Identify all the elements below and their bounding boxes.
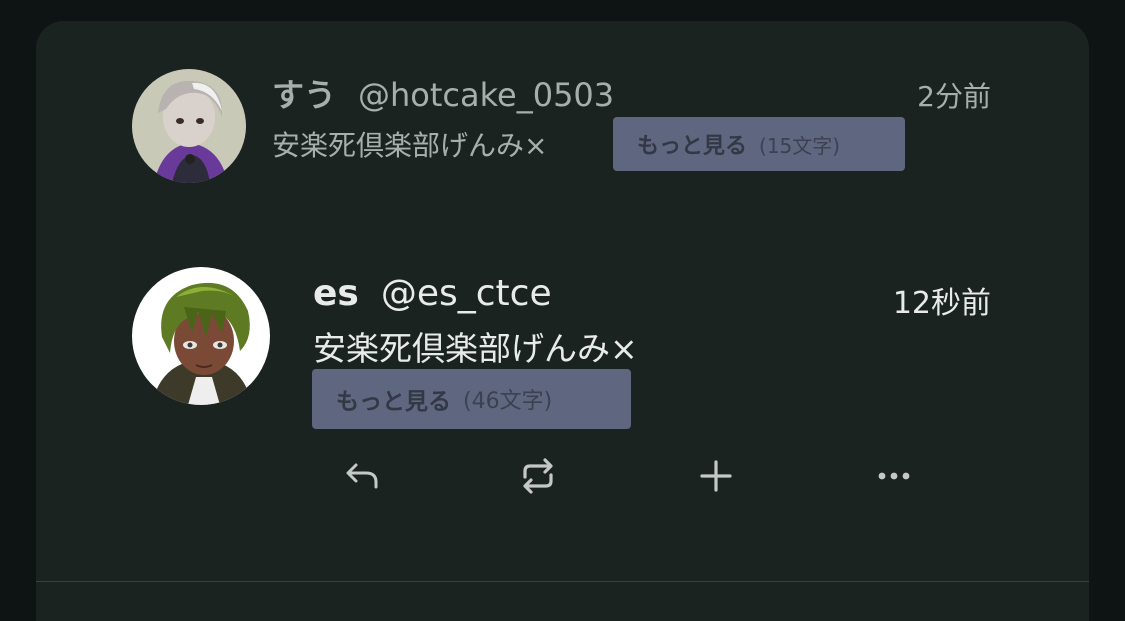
post-timestamp: 2分前 xyxy=(917,80,991,113)
display-name[interactable]: es xyxy=(313,273,359,314)
post-text: 安楽死倶楽部げんみ× xyxy=(313,329,638,368)
show-more-count: (15文字) xyxy=(759,133,841,158)
show-more-label: もっと見る xyxy=(336,389,451,415)
repost-icon xyxy=(523,458,553,494)
post-text: 安楽死倶楽部げんみ× xyxy=(272,129,548,162)
reply-icon xyxy=(346,463,378,489)
show-more-button[interactable]: もっと見る (15文字) xyxy=(613,117,905,171)
show-more-count: (46文字) xyxy=(463,389,553,414)
show-more-label: もっと見る xyxy=(637,134,748,159)
post-header: すう @hotcake_0503 xyxy=(272,70,614,116)
post-divider xyxy=(36,581,1089,582)
avatar-image xyxy=(132,69,246,183)
plus-icon xyxy=(700,460,732,492)
add-button[interactable] xyxy=(694,454,738,498)
display-name[interactable]: すう xyxy=(272,70,336,116)
post-header: es @es_ctce xyxy=(313,273,552,314)
user-avatar[interactable] xyxy=(132,69,246,183)
ellipsis-icon xyxy=(878,472,910,480)
repost-button[interactable] xyxy=(516,454,560,498)
user-handle[interactable]: @es_ctce xyxy=(381,273,552,314)
reply-button[interactable] xyxy=(340,454,384,498)
post-timestamp: 12秒前 xyxy=(892,286,991,321)
user-handle[interactable]: @hotcake_0503 xyxy=(358,76,614,114)
more-options-button[interactable] xyxy=(872,454,916,498)
user-avatar[interactable] xyxy=(132,267,270,405)
show-more-button[interactable]: もっと見る (46文字) xyxy=(312,369,631,429)
avatar-image xyxy=(132,267,270,405)
